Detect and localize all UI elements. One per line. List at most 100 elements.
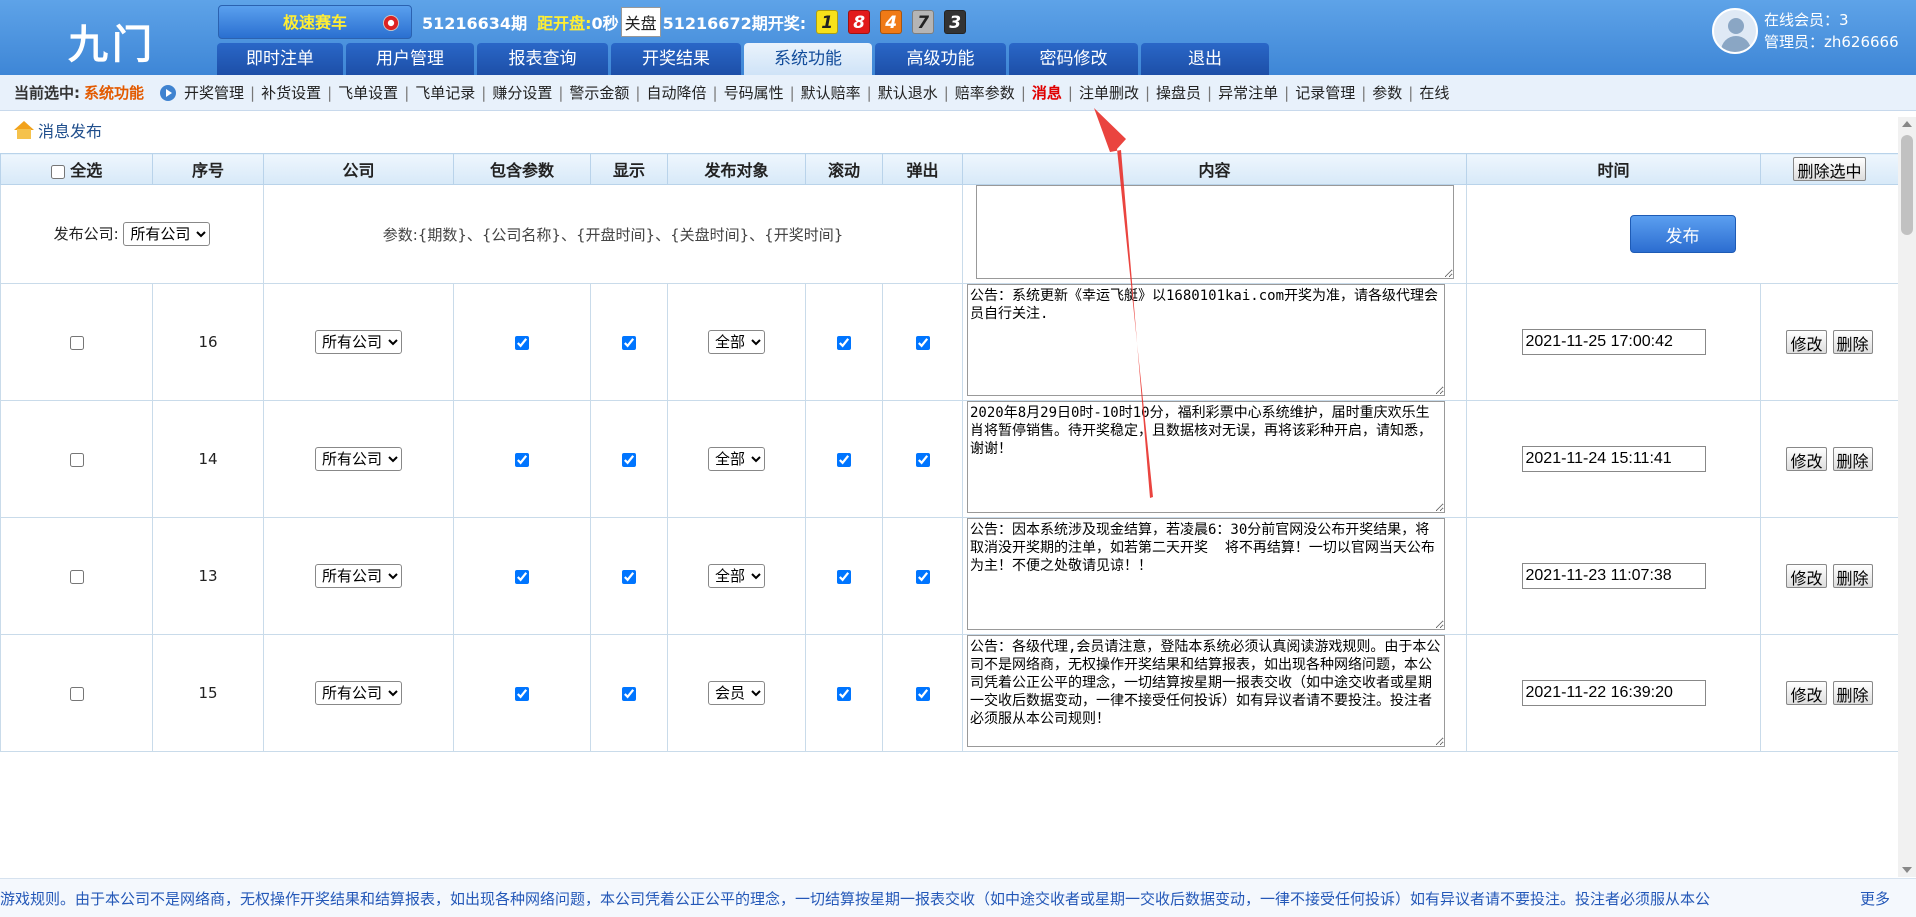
sub-nav-item[interactable]: 默认赔率 xyxy=(801,84,861,102)
scroll-checkbox[interactable] xyxy=(837,452,851,467)
sub-nav-item[interactable]: 警示金额 xyxy=(569,84,629,102)
display-checkbox[interactable] xyxy=(622,335,636,350)
sub-nav-item[interactable]: 在线 xyxy=(1419,84,1449,102)
sub-nav-item[interactable]: 飞单设置 xyxy=(338,84,398,102)
scroll-thumb[interactable] xyxy=(1901,135,1913,235)
draw-ball: 1 xyxy=(816,10,839,34)
row-time-cell xyxy=(1466,517,1761,635)
row-target-cell: 全部 xyxy=(667,517,806,635)
sub-nav-item[interactable]: 赚分设置 xyxy=(492,84,552,102)
publish-company-cell: 发布公司: 所有公司 xyxy=(0,184,264,284)
marquee-text: 游戏规则。由于本公司不是网络商，无权操作开奖结果和结算报表，如出现各种网络问题，… xyxy=(0,890,1711,908)
page-title: 消息发布 xyxy=(38,122,103,141)
sub-nav-item[interactable]: 开奖管理 xyxy=(184,84,244,102)
row-target-select[interactable]: 全部 xyxy=(708,447,765,471)
edit-button[interactable]: 修改 xyxy=(1786,681,1827,705)
table-row: 14 所有公司 全部 2020年8月29日0时-10时10分，福利彩票中心系统维护，届… xyxy=(0,400,1899,518)
row-content-input[interactable]: 2020年8月29日0时-10时10分，福利彩票中心系统维护，届时重庆欢乐生肖将… xyxy=(967,401,1445,513)
include-params-checkbox[interactable] xyxy=(515,686,529,701)
last-period-label: 51216672期开奖: xyxy=(662,14,807,33)
popup-checkbox[interactable] xyxy=(915,569,930,584)
game-selector[interactable]: 极速赛车 xyxy=(218,5,412,39)
scroll-checkbox[interactable] xyxy=(837,686,851,701)
edit-button[interactable]: 修改 xyxy=(1786,564,1827,588)
row-company-select[interactable]: 所有公司 xyxy=(315,681,402,705)
row-content-input[interactable]: 公告：因本系统涉及现金结算，若凌晨6：30分前官网没公布开奖结果，将取消没开奖期… xyxy=(967,518,1445,630)
sub-nav-item[interactable]: 默认退水 xyxy=(878,84,938,102)
sub-nav-item[interactable]: 赔率参数 xyxy=(955,84,1015,102)
delete-button[interactable]: 删除 xyxy=(1832,447,1873,471)
row-company-select[interactable]: 所有公司 xyxy=(315,330,402,354)
scroll-down-icon[interactable] xyxy=(1902,867,1912,873)
row-popup-cell xyxy=(882,283,963,401)
row-include-params-cell xyxy=(453,634,591,752)
popup-checkbox[interactable] xyxy=(915,335,930,350)
sub-nav-item[interactable]: 异常注单 xyxy=(1218,84,1278,102)
publish-content-input[interactable] xyxy=(975,185,1454,279)
scroll-up-icon[interactable] xyxy=(1902,121,1912,127)
display-checkbox[interactable] xyxy=(622,686,636,701)
row-select-checkbox[interactable] xyxy=(69,335,84,350)
col-time: 时间 xyxy=(1466,153,1761,185)
popup-checkbox[interactable] xyxy=(915,452,930,467)
row-select-checkbox[interactable] xyxy=(69,686,84,701)
row-company-select[interactable]: 所有公司 xyxy=(315,564,402,588)
row-time-input[interactable] xyxy=(1521,563,1706,589)
row-company-select[interactable]: 所有公司 xyxy=(315,447,402,471)
row-select-checkbox[interactable] xyxy=(69,569,84,584)
publish-company-select[interactable]: 所有公司 xyxy=(123,222,211,246)
include-params-checkbox[interactable] xyxy=(515,335,529,350)
include-params-checkbox[interactable] xyxy=(515,569,529,584)
row-time-input[interactable] xyxy=(1521,446,1706,472)
page-scrollbar[interactable] xyxy=(1898,117,1916,877)
edit-button[interactable]: 修改 xyxy=(1786,330,1827,354)
sub-nav-item[interactable]: 飞单记录 xyxy=(415,84,475,102)
more-link[interactable]: 更多 xyxy=(1860,888,1890,909)
row-select-checkbox[interactable] xyxy=(69,452,84,467)
nav-tab[interactable]: 报表查询 xyxy=(477,43,608,75)
nav-tab[interactable]: 用户管理 xyxy=(346,43,474,75)
display-checkbox[interactable] xyxy=(622,569,636,584)
sub-nav-item[interactable]: 自动降倍 xyxy=(646,84,706,102)
row-target-select[interactable]: 全部 xyxy=(708,330,765,354)
row-target-select[interactable]: 全部 xyxy=(708,564,765,588)
table-header-row: 全选 序号 公司 包含参数 显示 发布对象 滚动 弹出 内容 时间 删除选中 xyxy=(0,153,1899,185)
nav-tab[interactable]: 退出 xyxy=(1141,43,1269,75)
record-icon xyxy=(383,15,399,31)
select-all-checkbox[interactable] xyxy=(50,164,65,179)
row-actions-cell: 修改 删除 xyxy=(1760,283,1899,401)
include-params-checkbox[interactable] xyxy=(515,452,529,467)
admin-name: 管理员：zh626666 xyxy=(1764,33,1899,51)
display-checkbox[interactable] xyxy=(622,452,636,467)
nav-tab[interactable]: 开奖结果 xyxy=(611,43,741,75)
draw-ball: 7 xyxy=(912,10,935,34)
row-content-input[interactable]: 公告：各级代理,会员请注意，登陆本系统必须认真阅读游戏规则。由于本公司不是网络商… xyxy=(967,635,1445,747)
nav-tab[interactable]: 密码修改 xyxy=(1009,43,1138,75)
sub-nav-item[interactable]: 消息 xyxy=(1032,84,1062,102)
delete-button[interactable]: 删除 xyxy=(1832,330,1873,354)
sub-nav-item[interactable]: 记录管理 xyxy=(1295,84,1355,102)
sub-nav-item[interactable]: 注单删改 xyxy=(1079,84,1139,102)
delete-button[interactable]: 删除 xyxy=(1832,681,1873,705)
row-time-input[interactable] xyxy=(1521,680,1706,706)
nav-tab[interactable]: 高级功能 xyxy=(875,43,1006,75)
row-popup-cell xyxy=(882,517,963,635)
sub-nav-item[interactable]: 号码属性 xyxy=(724,84,784,102)
scroll-checkbox[interactable] xyxy=(837,569,851,584)
scroll-checkbox[interactable] xyxy=(837,335,851,350)
row-content-input[interactable]: 公告：系统更新《幸运飞艇》以1680101kai.com开奖为准，请各级代理会员… xyxy=(967,284,1445,396)
sub-nav-item[interactable]: 参数 xyxy=(1372,84,1402,102)
nav-tab[interactable]: 系统功能 xyxy=(744,43,872,75)
row-scroll-cell xyxy=(805,283,883,401)
popup-checkbox[interactable] xyxy=(915,686,930,701)
delete-button[interactable]: 删除 xyxy=(1832,564,1873,588)
nav-tab[interactable]: 即时注单 xyxy=(217,43,343,75)
row-time-input[interactable] xyxy=(1521,329,1706,355)
sub-nav-item[interactable]: 补货设置 xyxy=(261,84,321,102)
row-target-select[interactable]: 会员 xyxy=(708,681,765,705)
delete-selected-button[interactable]: 删除选中 xyxy=(1793,157,1866,181)
sub-nav-item[interactable]: 操盘员 xyxy=(1156,84,1201,102)
edit-button[interactable]: 修改 xyxy=(1786,447,1827,471)
publish-button[interactable]: 发布 xyxy=(1629,215,1736,253)
draw-ball: 4 xyxy=(880,10,903,34)
